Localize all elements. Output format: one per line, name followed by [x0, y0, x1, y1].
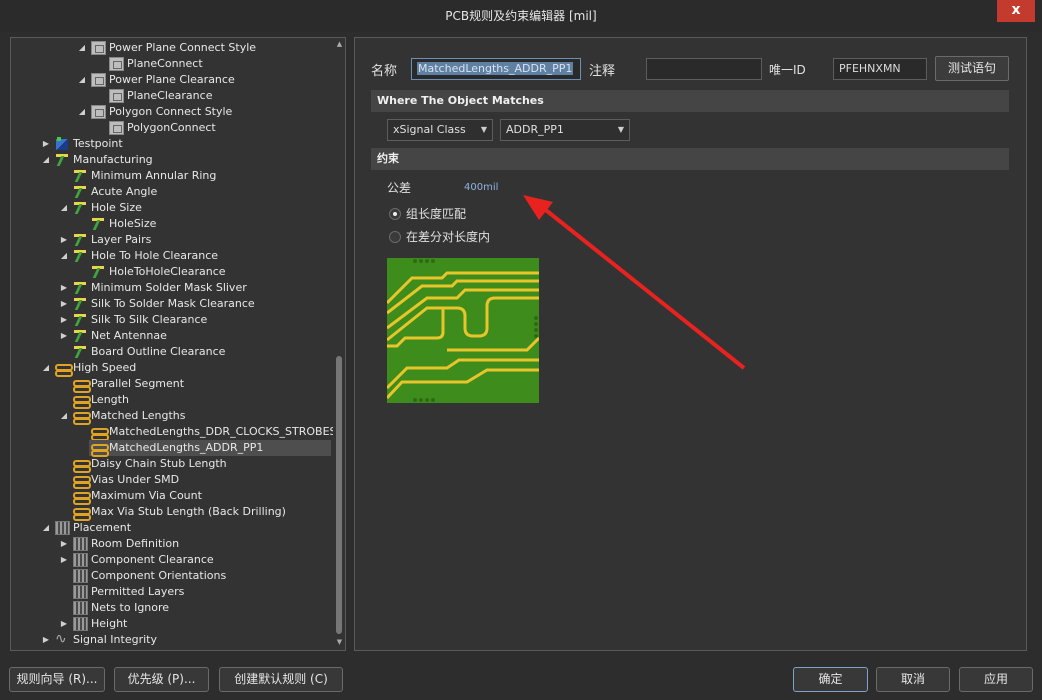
rule-wizard-button[interactable]: 规则向导 (R)...: [9, 667, 105, 692]
create-default-rules-button[interactable]: 创建默认规则 (C): [219, 667, 343, 692]
cancel-button[interactable]: 取消: [876, 667, 950, 692]
annotation-arrow-icon: [523, 195, 746, 370]
apply-button[interactable]: 应用: [959, 667, 1033, 692]
priorities-button[interactable]: 优先级 (P)...: [114, 667, 209, 692]
ok-button[interactable]: 确定: [793, 667, 868, 692]
